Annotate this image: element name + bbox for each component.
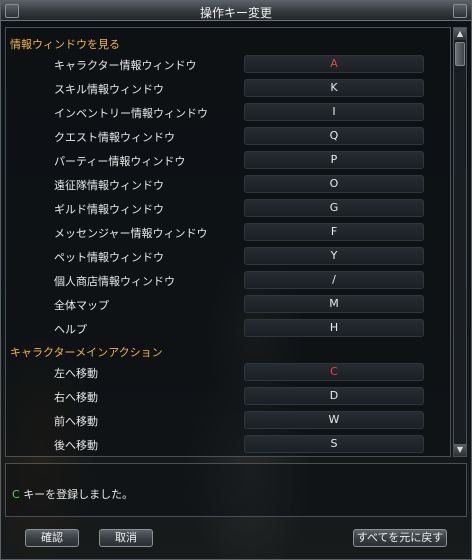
key-field[interactable]: W	[244, 411, 424, 429]
reset-all-button[interactable]: すべてを元に戻す	[353, 529, 447, 547]
keybind-row: ペット情報ウィンドウ Y	[6, 244, 450, 268]
action-label: パーティー情報ウィンドウ	[54, 155, 186, 168]
key-field[interactable]: M	[244, 295, 424, 313]
keybind-row: クエスト情報ウィンドウ Q	[6, 124, 450, 148]
action-label: スキル情報ウィンドウ	[54, 83, 164, 96]
action-label: 個人商店情報ウィンドウ	[54, 275, 175, 288]
cancel-button[interactable]: 取消	[99, 529, 153, 547]
keybind-row: メッセンジャー情報ウィンドウ F	[6, 220, 450, 244]
action-label: 左へ移動	[54, 367, 98, 380]
keybind-row: ギルド情報ウィンドウ G	[6, 196, 450, 220]
key-field[interactable]: G	[244, 199, 424, 217]
key-field[interactable]: P	[244, 151, 424, 169]
action-label: メッセンジャー情報ウィンドウ	[54, 227, 208, 240]
status-panel: C キーを登録しました。	[5, 463, 467, 517]
action-label: 前へ移動	[54, 415, 98, 428]
keybind-row: ヘルプ H	[6, 316, 450, 340]
section-title: 情報ウィンドウを見る	[10, 38, 120, 51]
key-field[interactable]: D	[244, 387, 424, 405]
status-message: C キーを登録しました。	[12, 486, 133, 502]
keybind-row: インベントリー情報ウィンドウ I	[6, 100, 450, 124]
keybind-row: 全体マップ M	[6, 292, 450, 316]
section-header: 情報ウィンドウを見る	[6, 32, 450, 52]
key-field[interactable]: C	[244, 363, 424, 381]
key-field[interactable]: Q	[244, 127, 424, 145]
keybind-list: 情報ウィンドウを見るキャラクター情報ウィンドウ A スキル情報ウィンドウ K インベント…	[5, 27, 451, 457]
section-header: キャラクターメインアクション	[6, 340, 450, 360]
key-field[interactable]: /	[244, 271, 424, 289]
action-label: 右へ移動	[54, 391, 98, 404]
keybind-row: 後へ移動 S	[6, 432, 450, 456]
action-label: 遠征隊情報ウィンドウ	[54, 179, 164, 192]
keybind-row: 個人商店情報ウィンドウ /	[6, 268, 450, 292]
key-config-window: 操作キー変更 情報ウィンドウを見るキャラクター情報ウィンドウ A スキル情報ウィンド…	[0, 0, 472, 560]
keybind-row: キャラクター情報ウィンドウ A	[6, 52, 450, 76]
scroll-down-icon[interactable]: ▼	[454, 444, 466, 456]
key-field[interactable]: H	[244, 319, 424, 337]
action-label: ペット情報ウィンドウ	[54, 251, 164, 264]
keybind-row: パーティー情報ウィンドウ P	[6, 148, 450, 172]
keybind-row: 右へ移動 D	[6, 384, 450, 408]
keybind-row: 前へ移動 W	[6, 408, 450, 432]
section-title: キャラクターメインアクション	[10, 346, 163, 359]
action-label: クエスト情報ウィンドウ	[54, 131, 175, 144]
action-label: 全体マップ	[54, 299, 109, 312]
key-field[interactable]: A	[244, 55, 424, 73]
keybind-row: 遠征隊情報ウィンドウ O	[6, 172, 450, 196]
title-bar[interactable]: 操作キー変更	[1, 1, 471, 21]
action-label: インベントリー情報ウィンドウ	[54, 107, 208, 120]
key-field[interactable]: O	[244, 175, 424, 193]
key-field[interactable]: K	[244, 79, 424, 97]
action-label: ギルド情報ウィンドウ	[54, 203, 164, 216]
status-key: C	[12, 488, 20, 501]
status-text: キーを登録しました。	[23, 488, 134, 501]
scrollbar[interactable]: ▲ ▼	[453, 27, 467, 457]
confirm-button[interactable]: 確認	[25, 529, 79, 547]
keybind-row: 左へ移動 C	[6, 360, 450, 384]
key-field[interactable]: Y	[244, 247, 424, 265]
close-icon[interactable]	[453, 4, 467, 18]
window-title: 操作キー変更	[199, 6, 272, 20]
keybind-row: スキル情報ウィンドウ K	[6, 76, 450, 100]
action-label: キャラクター情報ウィンドウ	[54, 59, 197, 72]
key-field[interactable]: I	[244, 103, 424, 121]
action-label: 後へ移動	[54, 439, 98, 452]
action-label: ヘルプ	[54, 323, 87, 336]
scroll-up-icon[interactable]: ▲	[454, 28, 466, 40]
key-field[interactable]: S	[244, 435, 424, 453]
scroll-thumb[interactable]	[455, 42, 465, 66]
key-field[interactable]: F	[244, 223, 424, 241]
